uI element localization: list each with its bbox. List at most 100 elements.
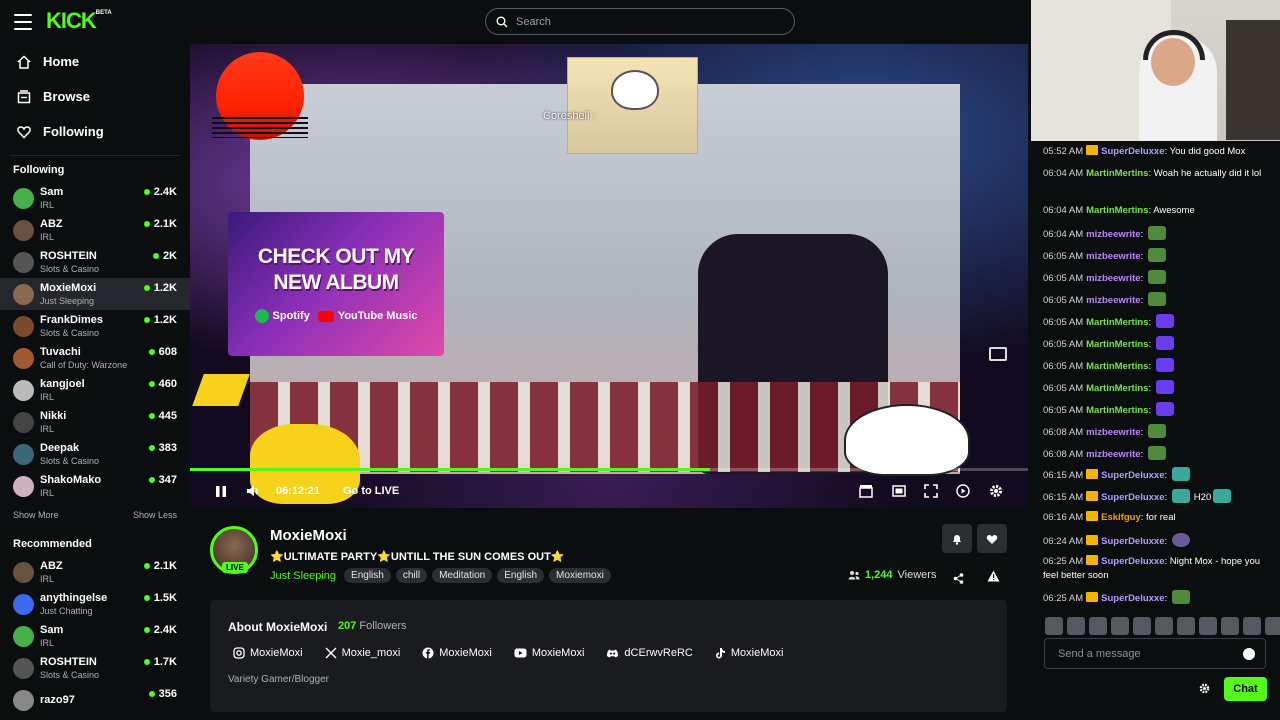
sidebar-channel[interactable]: ROSHTEIN Slots & Casino 2K [0,246,190,278]
message-username[interactable]: SuperDeluxxe [1101,492,1164,503]
share-icon[interactable] [953,571,964,589]
search-input[interactable] [516,15,756,28]
message-username[interactable]: SuperDeluxxe [1101,593,1164,604]
go-to-live-button[interactable]: Go to LIVE [343,485,399,497]
emote-shortcut-icon[interactable] [1177,617,1195,635]
sidebar-channel[interactable]: Tuvachi Call of Duty: Warzone 608 [0,342,190,374]
chat-input-box[interactable] [1044,638,1266,669]
volume-icon[interactable] [246,484,260,498]
sidebar-channel[interactable]: razo97 356 [0,684,190,716]
category-link[interactable]: Just Sleeping [270,570,336,582]
nav-home[interactable]: Home [0,44,190,79]
sidebar-channel[interactable]: kangjoel IRL 460 [0,374,190,406]
playback-speed-icon[interactable] [956,484,970,498]
channel-category: IRL [40,391,55,402]
follow-button[interactable] [977,524,1007,553]
fullscreen-icon[interactable] [924,484,938,498]
sidebar-channel[interactable]: ABZ IRL 2.1K [0,556,190,588]
sidebar-channel[interactable]: Deepak Slots & Casino 383 [0,438,190,470]
clip-icon[interactable] [859,484,873,498]
emote-shortcut-icon[interactable] [1243,617,1261,635]
viewer-count-text: 1.2K [153,282,177,294]
message-username[interactable]: MartinMertins [1086,383,1148,394]
theater-mode-icon[interactable] [892,484,906,498]
message-username[interactable]: mizbeewrite [1086,251,1140,262]
emote-shortcut-icon[interactable] [1133,617,1151,635]
chat-input[interactable] [1058,647,1238,660]
message-username[interactable]: mizbeewrite [1086,229,1140,240]
emote-shortcut-icon[interactable] [1265,617,1280,635]
sidebar-channel[interactable]: FrankDimes Slots & Casino 1.2K [0,310,190,342]
tag-chip[interactable]: chill [395,568,428,583]
message-username[interactable]: mizbeewrite [1086,273,1140,284]
seek-bar[interactable] [190,468,1028,471]
tag-chip[interactable]: English [497,568,545,583]
sidebar-channel[interactable]: Sam IRL 2.4K [0,620,190,652]
youtube-link[interactable]: MoxieMoxi [514,647,584,659]
message-username[interactable]: SuperDeluxxe [1101,536,1164,547]
sidebar-channel[interactable]: ShakoMako IRL 347 [0,470,190,502]
tag-chip[interactable]: English [344,568,391,583]
live-dot-icon [148,691,155,697]
hamburger-menu-icon[interactable] [14,14,32,30]
message-username[interactable]: MartinMertins [1086,405,1148,416]
message-username[interactable]: SuperDeluxxe [1101,470,1164,481]
chat-settings-icon[interactable] [1199,681,1210,699]
chat-message: 06:24 AM SuperDeluxxe: [1043,533,1273,549]
streamer-name[interactable]: MoxieMoxi [270,527,347,544]
chat-send-button[interactable]: Chat [1224,677,1267,701]
settings-gear-icon[interactable] [989,484,1003,498]
tag-chip[interactable]: Meditation [432,568,493,583]
kick-logo[interactable]: KICKBETA [46,8,112,34]
channel-viewers: 383 [148,442,177,454]
discord-link[interactable]: dCErwvReRC [606,647,693,659]
channel-avatar [13,283,34,305]
sidebar-channel[interactable]: MoxieMoxi Just Sleeping 1.2K [0,278,190,310]
emote-shortcut-icon[interactable] [1111,617,1129,635]
notifications-button[interactable] [942,524,972,553]
message-username[interactable]: SuperDeluxxe [1101,146,1164,157]
message-username[interactable]: MartinMertins [1086,168,1148,179]
emote-shortcut-icon[interactable] [1221,617,1239,635]
sidebar-channel[interactable]: anythingelse Just Chatting 1.5K [0,588,190,620]
emote-icon [1147,424,1166,438]
message-username[interactable]: Eskifguy [1101,512,1141,523]
show-more-button[interactable]: Show More [13,510,59,520]
emoji-icon[interactable] [1243,648,1255,660]
sidebar-divider [10,155,180,156]
message-username[interactable]: SuperDeluxxe [1101,556,1164,567]
message-separator: : [1140,229,1146,240]
sidebar-channel[interactable]: Sam IRL 2.4K [0,182,190,214]
message-username[interactable]: mizbeewrite [1086,295,1140,306]
emote-shortcut-icon[interactable] [1155,617,1173,635]
message-username[interactable]: MartinMertins [1086,361,1148,372]
show-less-button[interactable]: Show Less [133,510,177,520]
tag-chip[interactable]: Moxiemoxi [549,568,611,583]
message-username[interactable]: mizbeewrite [1086,427,1140,438]
x-link[interactable]: Moxie_moxi [325,647,400,659]
sidebar-channel[interactable]: Nikki IRL 445 [0,406,190,438]
message-username[interactable]: mizbeewrite [1086,449,1140,460]
tiktok-link[interactable]: MoxieMoxi [715,647,783,659]
emote-shortcut-icon[interactable] [1045,617,1063,635]
sidebar-channel[interactable]: ABZ IRL 2.1K [0,214,190,246]
instagram-link[interactable]: MoxieMoxi [233,647,303,659]
emote-shortcut-icon[interactable] [1089,617,1107,635]
nav-following[interactable]: Following [0,114,190,149]
report-warning-icon[interactable] [987,569,1000,587]
facebook-link[interactable]: MoxieMoxi [422,647,492,659]
emote-shortcut-icon[interactable] [1067,617,1085,635]
message-username[interactable]: MartinMertins [1086,205,1148,216]
nav-browse[interactable]: Browse [0,79,190,114]
picture-in-picture-icon[interactable] [989,347,1007,361]
pause-icon[interactable] [214,484,228,498]
channel-viewers: 1.2K [143,282,177,294]
emote-shortcut-icon[interactable] [1199,617,1217,635]
recommended-heading: Recommended [13,538,92,550]
chat-message: 06:05 AM MartinMertins: [1043,380,1273,396]
sidebar-channel[interactable]: ROSHTEIN Slots & Casino 1.7K [0,652,190,684]
video-player[interactable]: Coreshell : CHECK OUT MY NEW ALBUM Spoti… [190,44,1028,508]
message-username[interactable]: MartinMertins [1086,339,1148,350]
message-username[interactable]: MartinMertins [1086,317,1148,328]
search-bar[interactable] [485,8,795,35]
